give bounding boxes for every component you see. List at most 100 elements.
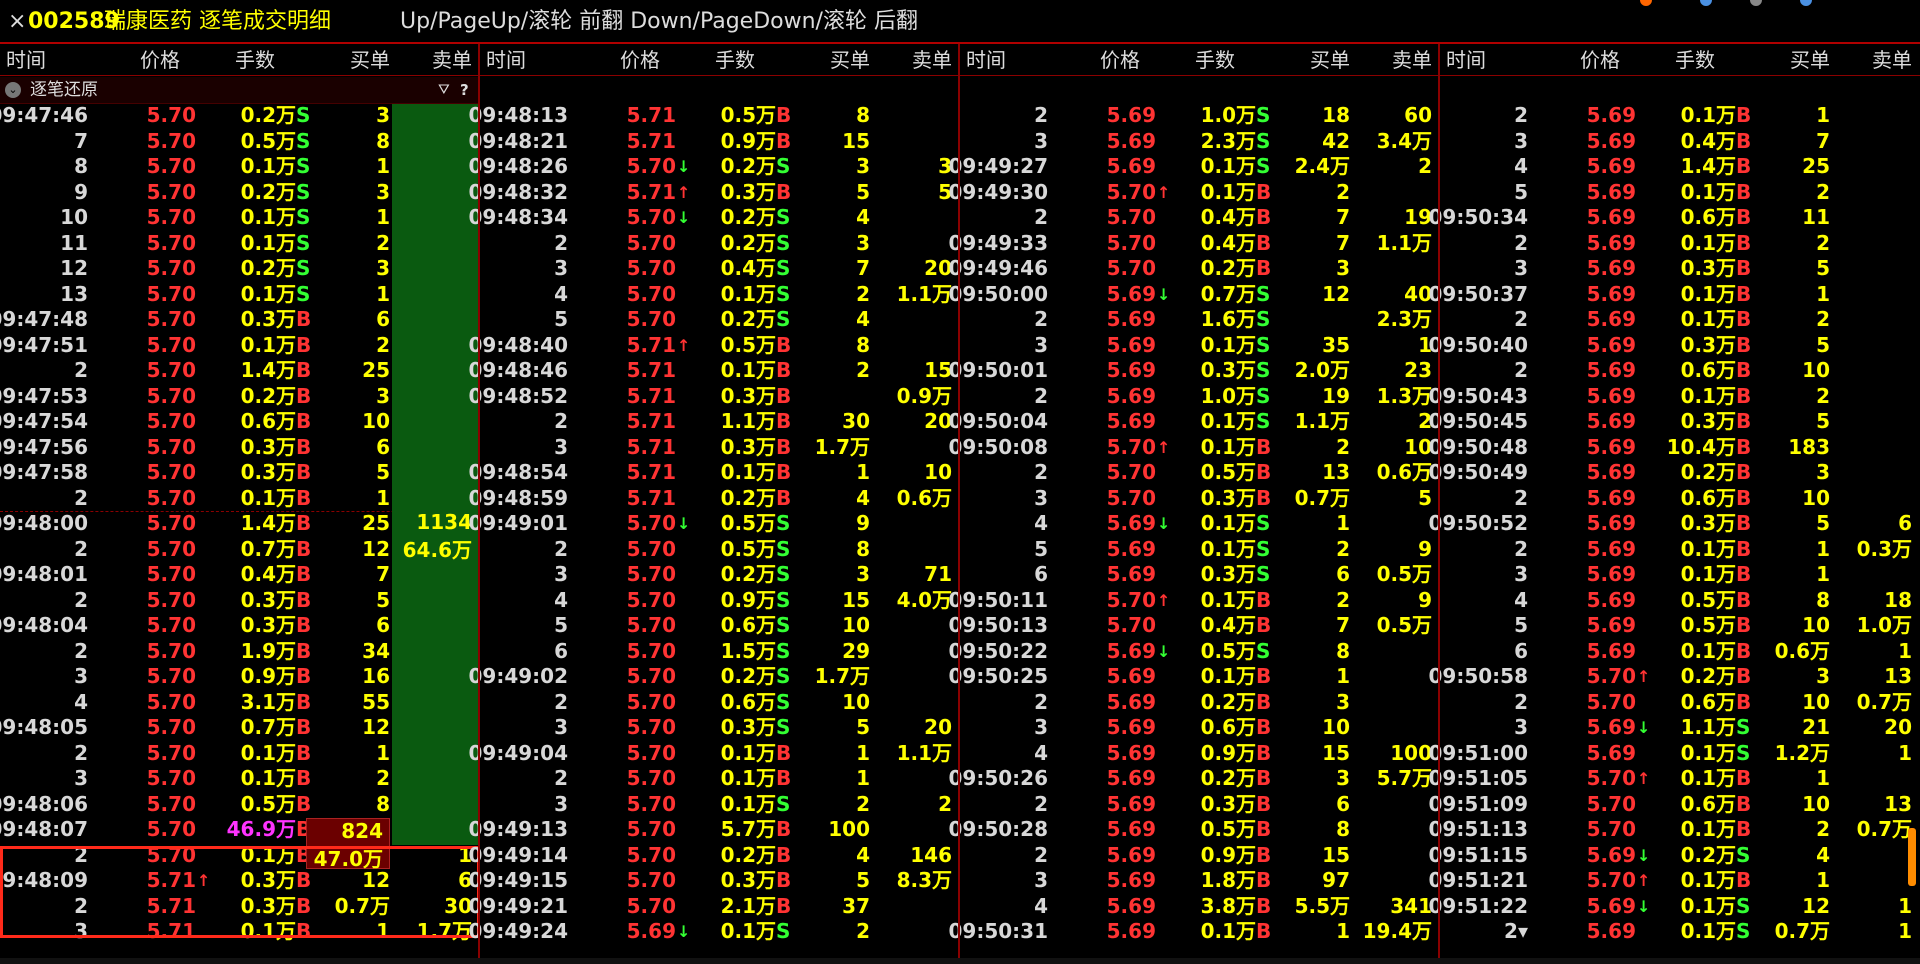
tick-time: 2 [1034,689,1048,714]
arrow-up-icon: ↑ [677,335,691,355]
buy-order: 2 [1816,179,1830,204]
column-header: 时间 价格 手数 买单 卖单 [0,44,480,76]
tick-volume: 2.1万 [720,893,776,918]
tick-volume: 0.3万 [240,307,296,331]
filter-bar[interactable]: ⌄ 逐笔还原 ⛛? [0,77,480,104]
tick-side: B [776,179,792,204]
tick-time: 09:48:01 [0,562,88,586]
tick-row: 2 5.69 0.1万 B 1 [1440,103,1920,129]
tick-row: 09:50:08 5.70 ↑ 0.1万 B 2 10 [949,435,1440,461]
tick-column: 时间 价格 手数 买单 卖单 2 5.69 0.1万 B 1 3 5.69 0.4万 B 7 4 5.69 1.4… [1429,44,1920,964]
tick-row: 09:50:11 5.70 ↑ 0.1万 B 2 9 [949,587,1440,614]
tick-price: 5.69 [1586,205,1636,229]
tick-time: 09:51:00 [1428,740,1529,765]
funnel-icon[interactable]: ⛛ [438,77,450,103]
tick-volume: 1.0万 [1200,103,1256,127]
tick-price: 5.70 [146,689,196,714]
tick-row: 09:48:26 5.70 ↓ 0.2万 S 3 3 [469,154,960,180]
sell-order: 1.1万 [1376,230,1432,255]
header-sell: 卖单 [432,48,472,72]
buy-order: 3 [856,230,870,255]
tick-time: 09:50:26 [948,766,1049,790]
close-icon[interactable]: × [8,0,26,44]
filter-label: 逐笔还原 [30,80,98,100]
tick-row: 5 5.69 0.5万 B 10 1.0万 [1440,613,1920,639]
tick-row: 09:50:28 5.69 0.5万 B 8 [949,817,1440,843]
tick-price: 5.70 [146,230,196,255]
buy-order: 16 [362,664,390,688]
tick-time: 5 [1514,613,1528,637]
sell-order: 9 [1418,587,1432,612]
tick-price: 5.70 [626,817,676,841]
buy-order: 1.2万 [1774,740,1830,765]
tick-time: 09:50:00 [948,281,1049,306]
buy-order: 3 [1816,664,1830,688]
buy-order: 10 [1802,613,1830,637]
tick-time: 09:48:21 [468,128,569,153]
buy-order: 12 [362,536,390,561]
tick-row: 09:50:04 5.69 0.1万 S 1.1万 2 [949,409,1440,435]
buy-order: 4 [1816,842,1830,867]
tick-side: B [296,740,312,765]
tick-row: 3 5.69 0.1万 B 1 [1440,562,1920,588]
tick-time: 2▾ [1504,919,1528,943]
tick-row: 3 5.69 ↓ 1.1万 S 21 20 [1440,715,1920,741]
tick-volume: 0.1万 [720,740,776,765]
scrollbar-handle[interactable] [1908,828,1916,886]
tick-price: 5.70 [1586,766,1636,790]
tick-price: 5.70 [146,154,196,178]
buy-order: 1.7万 [814,434,870,459]
tick-side: B [296,383,312,408]
chevron-down-icon[interactable]: ⌄ [5,82,21,98]
tick-volume: 1.4万 [240,511,296,535]
buy-order: 30 [842,409,870,433]
tick-time: 4 [1034,893,1048,918]
tick-time: 2 [1514,689,1528,714]
refresh-icon[interactable] [1700,0,1712,6]
buy-order: 1.1万 [1294,409,1350,433]
tick-row: 3 5.70 0.4万 S 7 20 [480,256,960,282]
tick-time: 09:48:26 [468,154,569,178]
tick-volume: 0.6万 [720,613,776,637]
tick-row: 09:48:59 5.71 0.2万 B 4 0.6万 [469,486,960,512]
tick-side: B [1736,128,1752,153]
app-logo-icon[interactable] [1640,0,1652,6]
tick-price: 5.70 [146,587,196,612]
tick-volume: 0.1万 [240,740,296,765]
help-icon[interactable]: ? [460,77,469,103]
window-icon[interactable] [1800,0,1812,6]
sell-order: 60 [1404,103,1432,127]
tick-price: 5.69 [1586,715,1636,739]
tick-price: 5.70 [1106,587,1156,612]
tick-volume: 0.1万 [1200,332,1256,357]
tick-row: 09:49:15 5.70 0.3万 B 5 8.3万 [469,868,960,894]
header-vol: 手数 [715,48,755,72]
tick-volume: 0.1万 [1200,409,1256,433]
tick-time: 09:47:54 [0,409,88,433]
tick-volume: 0.2万 [1200,689,1256,714]
tick-side: B [296,434,312,459]
tick-time: 2 [74,485,88,510]
settings-icon[interactable] [1750,0,1762,6]
buy-order: 9 [856,511,870,535]
tick-time: 09:47:46 [0,103,88,127]
tick-time: 3 [554,562,568,586]
buy-order: 25 [1802,154,1830,178]
tick-volume: 0.2万 [1200,766,1256,790]
tick-time: 3 [554,434,568,459]
buy-order: 3 [376,179,390,204]
tick-time: 4 [1514,587,1528,612]
buy-order: 8 [856,536,870,561]
tick-price: 5.70 [626,307,676,331]
buy-order: 183 [1788,434,1830,459]
buy-order: 13 [1322,460,1350,484]
tick-row: 09:51:05 5.70 ↑ 0.1万 B 1 [1429,766,1920,792]
tick-price: 5.70 [626,868,676,892]
tick-time: 2 [74,638,88,663]
tick-price: 5.70 [1586,868,1636,892]
tick-side: S [1256,128,1271,153]
tick-volume: 0.5万 [1680,613,1736,637]
tick-price: 5.70 [626,154,676,178]
buy-order: 100 [828,817,870,841]
tick-side: B [1256,460,1272,484]
